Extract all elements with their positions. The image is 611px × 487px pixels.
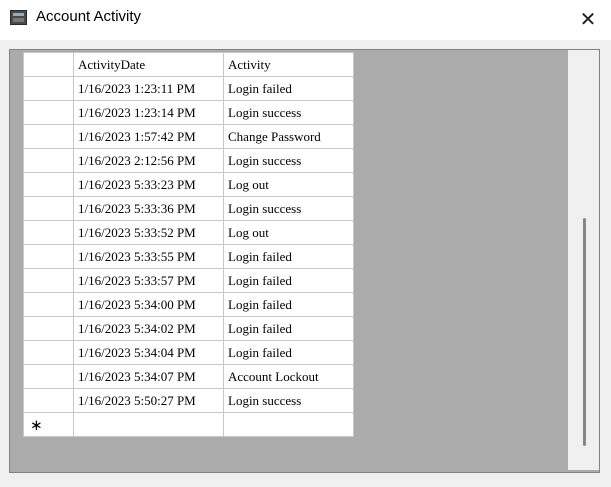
table-row[interactable]: 1/16/2023 5:33:55 PM Login failed	[23, 244, 354, 269]
row-header[interactable]	[23, 148, 74, 173]
window-title: Account Activity	[36, 8, 142, 25]
table-row[interactable]: 1/16/2023 5:34:07 PM Account Lockout	[23, 364, 354, 389]
cell-activity[interactable]: Login success	[223, 100, 354, 125]
table-row[interactable]: 1/16/2023 5:50:27 PM Login success	[23, 388, 354, 413]
row-header[interactable]	[23, 124, 74, 149]
header-row: ActivityDate Activity	[23, 52, 354, 77]
cell-activitydate[interactable]: 1/16/2023 5:34:04 PM	[73, 340, 224, 365]
table-row[interactable]: 1/16/2023 1:23:11 PM Login failed	[23, 76, 354, 101]
table-row[interactable]: 1/16/2023 5:34:04 PM Login failed	[23, 340, 354, 365]
activity-table: ActivityDate Activity 1/16/2023 1:23:11 …	[23, 52, 354, 437]
table-row[interactable]: 1/16/2023 5:34:00 PM Login failed	[23, 292, 354, 317]
column-header-activitydate[interactable]: ActivityDate	[73, 52, 224, 77]
title-bar[interactable]: Account Activity ✕	[0, 0, 611, 40]
table-row[interactable]: 1/16/2023 1:23:14 PM Login success	[23, 100, 354, 125]
cell-activitydate[interactable]: 1/16/2023 5:33:23 PM	[73, 172, 224, 197]
row-header[interactable]	[23, 292, 74, 317]
cell-activity[interactable]: Login failed	[223, 340, 354, 365]
table-row[interactable]: 1/16/2023 5:33:57 PM Login failed	[23, 268, 354, 293]
table-row[interactable]: 1/16/2023 5:33:52 PM Log out	[23, 220, 354, 245]
cell-activity[interactable]: Account Lockout	[223, 364, 354, 389]
cell-activitydate[interactable]: 1/16/2023 5:33:52 PM	[73, 220, 224, 245]
app-window-icon	[10, 10, 27, 25]
row-header[interactable]	[23, 100, 74, 125]
account-activity-window: Account Activity ✕ ActivityDate Activity…	[0, 0, 611, 487]
cell-activity[interactable]: Log out	[223, 172, 354, 197]
row-header[interactable]	[23, 76, 74, 101]
row-header[interactable]	[23, 388, 74, 413]
cell-activity[interactable]: Login failed	[223, 76, 354, 101]
row-header[interactable]	[23, 196, 74, 221]
cell-activitydate[interactable]: 1/16/2023 5:34:02 PM	[73, 316, 224, 341]
new-row[interactable]: ∗	[23, 412, 354, 437]
cell-activitydate[interactable]: 1/16/2023 5:33:36 PM	[73, 196, 224, 221]
table-row[interactable]: 1/16/2023 5:33:23 PM Log out	[23, 172, 354, 197]
vertical-scrollbar[interactable]	[568, 50, 599, 470]
cell-activity[interactable]: Login success	[223, 196, 354, 221]
table-row[interactable]: 1/16/2023 1:57:42 PM Change Password	[23, 124, 354, 149]
row-header[interactable]	[23, 316, 74, 341]
row-header[interactable]	[23, 220, 74, 245]
row-header[interactable]	[23, 244, 74, 269]
cell-activity[interactable]: Login failed	[223, 316, 354, 341]
close-button[interactable]: ✕	[565, 0, 611, 38]
cell-activitydate[interactable]: 1/16/2023 5:33:57 PM	[73, 268, 224, 293]
cell-activity[interactable]: Login failed	[223, 244, 354, 269]
column-header-activity[interactable]: Activity	[223, 52, 354, 77]
cell-activitydate[interactable]: 1/16/2023 5:34:07 PM	[73, 364, 224, 389]
cell-activitydate[interactable]: 1/16/2023 5:50:27 PM	[73, 388, 224, 413]
table-row[interactable]: 1/16/2023 5:34:02 PM Login failed	[23, 316, 354, 341]
row-header[interactable]	[23, 364, 74, 389]
cell-activity[interactable]: Login failed	[223, 292, 354, 317]
table-row[interactable]: 1/16/2023 5:33:36 PM Login success	[23, 196, 354, 221]
cell-activity[interactable]: Login success	[223, 388, 354, 413]
cell-activity[interactable]: Login failed	[223, 268, 354, 293]
cell-activitydate[interactable]: 1/16/2023 1:23:11 PM	[73, 76, 224, 101]
data-grid[interactable]: ActivityDate Activity 1/16/2023 1:23:11 …	[9, 49, 600, 473]
cell-activity[interactable]: Login success	[223, 148, 354, 173]
new-cell-activity[interactable]	[223, 412, 354, 437]
row-header[interactable]	[23, 340, 74, 365]
cell-activity[interactable]: Change Password	[223, 124, 354, 149]
row-header-corner[interactable]	[23, 52, 74, 77]
cell-activitydate[interactable]: 1/16/2023 5:33:55 PM	[73, 244, 224, 269]
table-row[interactable]: 1/16/2023 2:12:56 PM Login success	[23, 148, 354, 173]
cell-activitydate[interactable]: 1/16/2023 2:12:56 PM	[73, 148, 224, 173]
cell-activitydate[interactable]: 1/16/2023 1:57:42 PM	[73, 124, 224, 149]
row-header[interactable]	[23, 268, 74, 293]
scrollbar-thumb[interactable]	[583, 218, 586, 446]
cell-activitydate[interactable]: 1/16/2023 5:34:00 PM	[73, 292, 224, 317]
row-header[interactable]	[23, 172, 74, 197]
new-cell-activitydate[interactable]	[73, 412, 224, 437]
cell-activity[interactable]: Log out	[223, 220, 354, 245]
new-row-indicator[interactable]: ∗	[23, 412, 74, 437]
cell-activitydate[interactable]: 1/16/2023 1:23:14 PM	[73, 100, 224, 125]
